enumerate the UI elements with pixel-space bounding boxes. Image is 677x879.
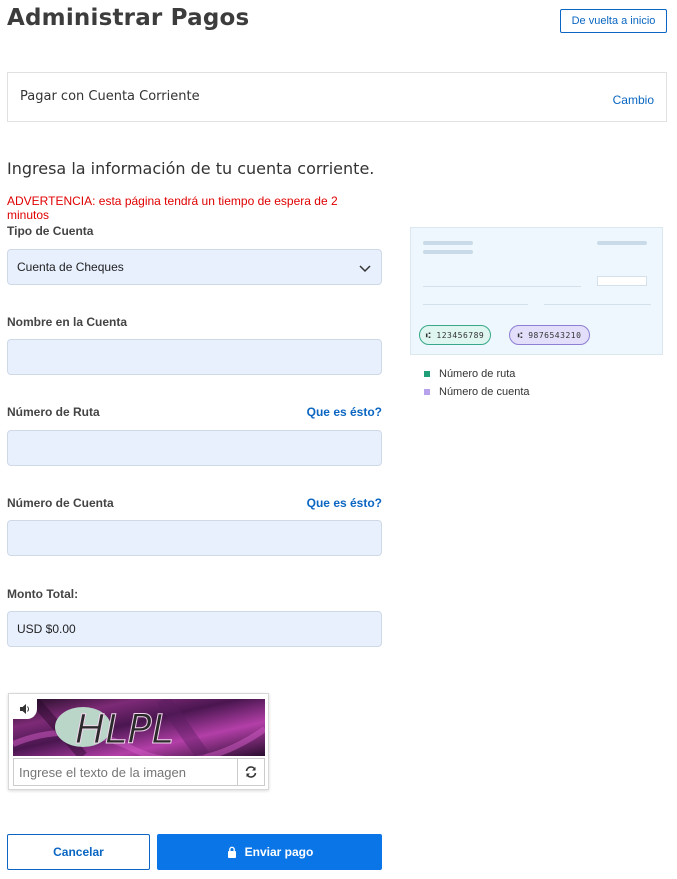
account-number-sample: ⑆ 9876543210 (509, 325, 590, 345)
chevron-down-icon (358, 261, 372, 275)
check-line (597, 241, 647, 245)
account-type-select[interactable]: Cuenta de Cheques (7, 249, 382, 285)
speaker-icon[interactable] (13, 699, 37, 719)
account-type-value: Cuenta de Cheques (17, 260, 124, 274)
total-label: Monto Total: (7, 587, 79, 601)
back-to-home-button[interactable]: De vuelta a inicio (560, 9, 667, 33)
check-line (544, 304, 651, 305)
captcha-widget: HLPL Ingrese el texto de la imagen (8, 693, 269, 790)
account-name-input[interactable] (7, 339, 382, 375)
check-line (423, 286, 581, 287)
routing-number-label: Número de Ruta (7, 405, 100, 419)
account-name-label: Nombre en la Cuenta (7, 315, 128, 329)
captcha-input[interactable]: Ingrese el texto de la imagen (13, 758, 238, 786)
payment-method-panel: Pagar con Cuenta Corriente Cambio (7, 72, 667, 122)
submit-payment-button[interactable]: Enviar pago (157, 834, 382, 870)
check-illustration: ⑆ 123456789 ⑆ 9876543210 (410, 227, 663, 355)
account-help-link[interactable]: Que es ésto? (307, 496, 382, 510)
account-number-input[interactable] (7, 520, 382, 556)
routing-number-input[interactable] (7, 430, 382, 466)
check-line (423, 241, 473, 245)
refresh-icon[interactable] (237, 758, 265, 786)
legend-routing: Número de ruta (424, 368, 515, 380)
change-method-link[interactable]: Cambio (613, 93, 654, 107)
page-title: Administrar Pagos (7, 5, 250, 31)
lock-icon (226, 846, 238, 858)
cancel-button[interactable]: Cancelar (7, 834, 150, 870)
routing-number-sample: ⑆ 123456789 (419, 325, 491, 345)
timeout-warning: ADVERTENCIA: esta página tendrá un tiemp… (7, 194, 338, 222)
legend-swatch-account (424, 389, 430, 395)
captcha-text: HLPL (75, 707, 174, 753)
captcha-image: HLPL (13, 699, 265, 756)
legend-account-label: Número de cuenta (439, 386, 530, 398)
payment-method-label: Pagar con Cuenta Corriente (20, 89, 200, 104)
check-line (423, 250, 473, 254)
legend-routing-label: Número de ruta (439, 368, 516, 380)
check-amount-box (597, 276, 647, 286)
legend-account: Número de cuenta (424, 386, 530, 398)
account-number-label: Número de Cuenta (7, 496, 114, 510)
submit-payment-label: Enviar pago (244, 845, 314, 859)
form-heading: Ingresa la información de tu cuenta corr… (7, 159, 375, 178)
check-line (423, 304, 528, 305)
legend-swatch-routing (424, 371, 430, 377)
account-type-label: Tipo de Cuenta (7, 224, 94, 238)
total-amount-field: USD $0.00 (7, 611, 382, 647)
routing-help-link[interactable]: Que es ésto? (307, 405, 382, 419)
